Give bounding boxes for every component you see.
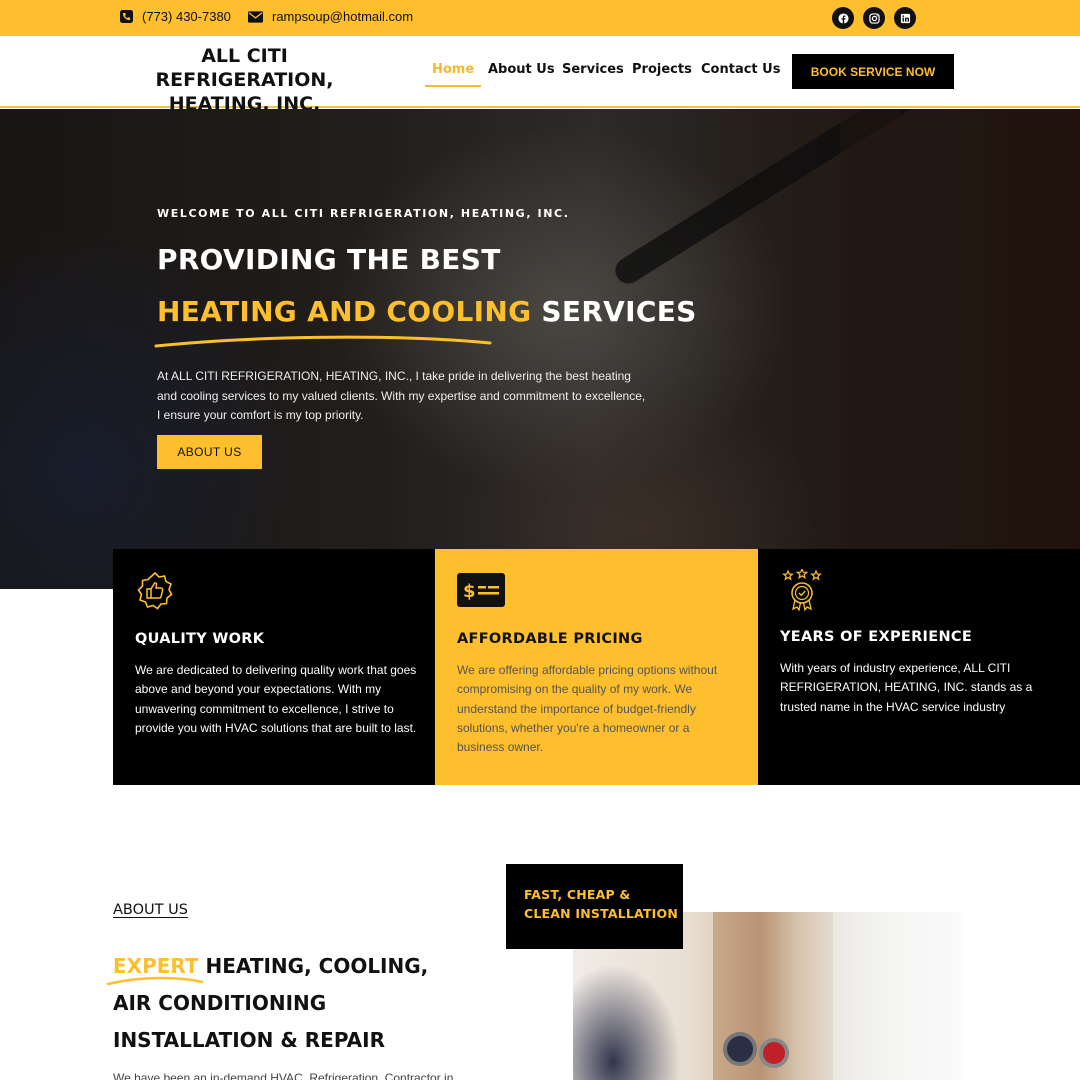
feature-text: We are offering affordable pricing optio… xyxy=(457,663,718,755)
hero-paragraph: At ALL CITI REFRIGERATION, HEATING, INC.… xyxy=(157,369,646,422)
hero-underline-swoosh xyxy=(154,335,492,348)
hero-title-rest: SERVICES xyxy=(531,295,697,328)
feature-title: AFFORDABLE PRICING xyxy=(457,631,643,647)
hero-title-line-2: HEATING AND COOLING SERVICES xyxy=(157,295,697,328)
badge-line-1: FAST, CHEAP & xyxy=(524,887,631,902)
nav-services[interactable]: Services xyxy=(562,62,624,77)
badge-line-2: CLEAN INSTALLATION xyxy=(524,906,679,921)
about-heading-highlight: EXPERT xyxy=(113,954,199,978)
facebook-icon[interactable] xyxy=(832,7,854,29)
about-us-button[interactable]: ABOUT US xyxy=(157,435,262,469)
phone-number: (773) 430-7380 xyxy=(142,9,231,24)
top-bar: (773) 430-7380 rampsoup@hotmail.com xyxy=(0,0,1080,36)
about-paragraph: We have been an in-demand HVAC, Refriger… xyxy=(113,1071,454,1080)
site-logo[interactable]: ALL CITI REFRIGERATION, HEATING, INC. xyxy=(112,44,377,116)
logo-line-1: ALL CITI REFRIGERATION, xyxy=(155,45,334,91)
nav-home[interactable]: Home xyxy=(424,62,482,87)
envelope-icon xyxy=(248,10,263,23)
about-kicker: ABOUT US xyxy=(113,902,188,918)
award-medal-icon xyxy=(782,569,822,611)
feature-card-experience: YEARS OF EXPERIENCE With years of indust… xyxy=(758,549,1080,785)
feature-card-quality: QUALITY WORK We are dedicated to deliver… xyxy=(113,549,435,785)
price-tag-icon: $ xyxy=(457,573,505,607)
feature-card-pricing: $ AFFORDABLE PRICING We are offering aff… xyxy=(435,549,758,785)
phone-icon xyxy=(120,10,133,23)
email-address: rampsoup@hotmail.com xyxy=(272,9,414,24)
feature-title: YEARS OF EXPERIENCE xyxy=(780,629,973,645)
about-heading: EXPERT HEATING, COOLING, AIR CONDITIONIN… xyxy=(113,948,463,1059)
pressure-gauge-left xyxy=(723,1032,757,1066)
hero-section: WELCOME TO ALL CITI REFRIGERATION, HEATI… xyxy=(0,109,1080,589)
email-link[interactable]: rampsoup@hotmail.com xyxy=(248,9,413,24)
feature-text: We are dedicated to delivering quality w… xyxy=(135,663,417,735)
nav-about-us[interactable]: About Us xyxy=(488,62,555,77)
phone-link[interactable]: (773) 430-7380 xyxy=(120,9,231,24)
svg-text:$: $ xyxy=(463,581,476,602)
nav-projects[interactable]: Projects xyxy=(632,62,692,77)
installation-badge: FAST, CHEAP & CLEAN INSTALLATION xyxy=(506,864,683,949)
nav-contact-us[interactable]: Contact Us xyxy=(701,62,780,77)
feature-title: QUALITY WORK xyxy=(135,631,265,647)
book-service-button[interactable]: BOOK SERVICE NOW xyxy=(792,54,954,89)
hero-title-line-1: PROVIDING THE BEST xyxy=(157,243,501,276)
instagram-icon[interactable] xyxy=(863,7,885,29)
feature-text: With years of industry experience, ALL C… xyxy=(780,661,1033,714)
linkedin-icon[interactable] xyxy=(894,7,916,29)
quality-badge-icon xyxy=(137,571,173,610)
pressure-gauge-right xyxy=(759,1038,789,1068)
hero-kicker: WELCOME TO ALL CITI REFRIGERATION, HEATI… xyxy=(157,207,570,220)
site-header: ALL CITI REFRIGERATION, HEATING, INC. Ho… xyxy=(0,36,1080,115)
hero-title-highlight: HEATING AND COOLING xyxy=(157,295,532,328)
